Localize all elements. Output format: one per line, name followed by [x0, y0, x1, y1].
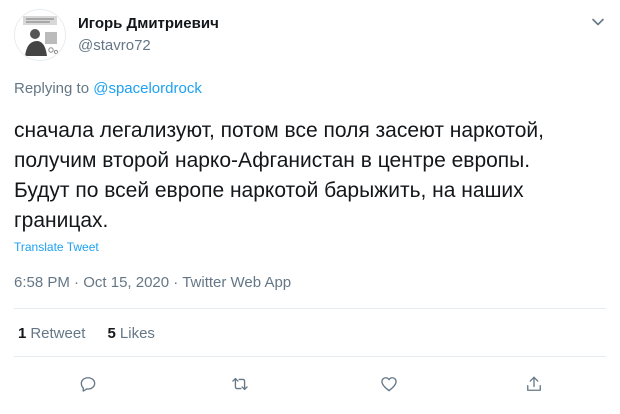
tweet-meta: 6:58 PM · Oct 15, 2020 · Twitter Web App [14, 274, 291, 291]
tweet-stats: 1 Retweet 5 Likes [18, 325, 173, 342]
retweet-icon[interactable] [228, 372, 252, 396]
likes-stat[interactable]: 5 Likes [108, 325, 155, 342]
retweets-label: Retweet [30, 325, 86, 342]
tweet-text: сначала легализуют, потом все поля засею… [14, 119, 544, 232]
meta-separator: · [69, 274, 84, 291]
reply-icon[interactable] [76, 372, 100, 396]
tweet-time[interactable]: 6:58 PM [14, 274, 70, 291]
like-icon[interactable] [377, 372, 401, 396]
avatar[interactable] [14, 9, 66, 61]
avatar-image [15, 10, 65, 60]
share-icon[interactable] [522, 372, 546, 396]
likes-count: 5 [107, 325, 116, 342]
tweet-source[interactable]: Twitter Web App [182, 274, 291, 291]
retweets-stat[interactable]: 1 Retweet [18, 325, 85, 342]
divider [14, 356, 606, 357]
tweet: Игорь Дмитриевич @stavro72 Replying to @… [0, 0, 620, 414]
divider [14, 308, 606, 309]
replying-mention[interactable]: @spacelordrock [93, 80, 202, 97]
tweet-date[interactable]: Oct 15, 2020 [83, 274, 169, 291]
user-handle[interactable]: @stavro72 [78, 37, 151, 54]
translate-link[interactable]: Translate Tweet [14, 240, 99, 254]
retweets-count: 1 [18, 325, 27, 342]
replying-to: Replying to @spacelordrock [14, 80, 202, 97]
likes-label: Likes [119, 325, 155, 342]
replying-prefix: Replying to [14, 80, 90, 97]
chevron-down-icon[interactable] [590, 14, 606, 30]
user-name[interactable]: Игорь Дмитриевич [78, 15, 219, 32]
meta-separator: · [169, 274, 183, 291]
